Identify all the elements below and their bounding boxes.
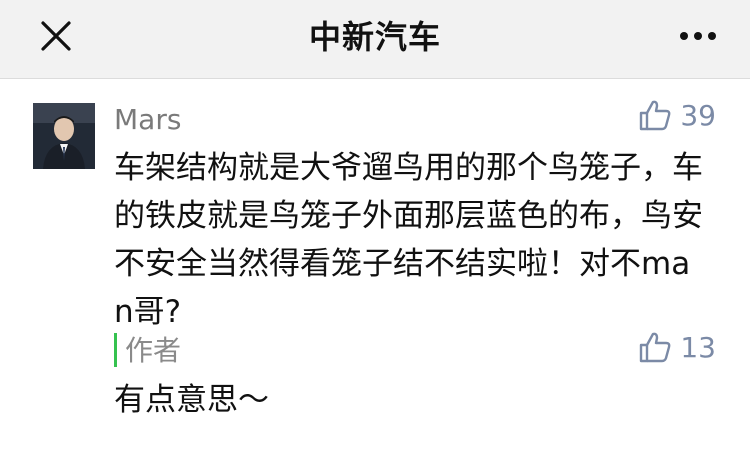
more-horizontal-icon	[677, 32, 719, 40]
comment-author-name[interactable]: Mars	[114, 100, 181, 140]
comment-like-button[interactable]: 39	[638, 98, 716, 132]
article-comments-screen: 中新汽车 Mars 39 车架结构就是大爷遛鸟用的那个鸟笼子，车的铁皮就是鸟笼子	[0, 0, 750, 450]
more-options-button[interactable]	[670, 16, 726, 56]
top-navigation-bar: 中新汽车	[0, 0, 750, 79]
reply-like-count: 13	[680, 330, 716, 364]
page-title: 中新汽车	[308, 18, 441, 56]
author-reply-label: 作者	[125, 334, 182, 367]
author-reply-text: 有点意思～	[114, 382, 269, 418]
reply-like-button[interactable]: 13	[638, 330, 716, 364]
author-reply-tag: 作者	[114, 333, 181, 367]
comment-like-count: 39	[680, 98, 716, 132]
thumbs-up-icon	[640, 332, 671, 363]
comment-body-text: 车架结构就是大爷遛鸟用的那个鸟笼子，车的铁皮就是鸟笼子外面那层蓝色的布，鸟安不安…	[114, 150, 703, 330]
thumbs-up-icon	[640, 100, 671, 131]
user-avatar[interactable]	[33, 103, 95, 169]
user-avatar-image	[33, 103, 95, 169]
